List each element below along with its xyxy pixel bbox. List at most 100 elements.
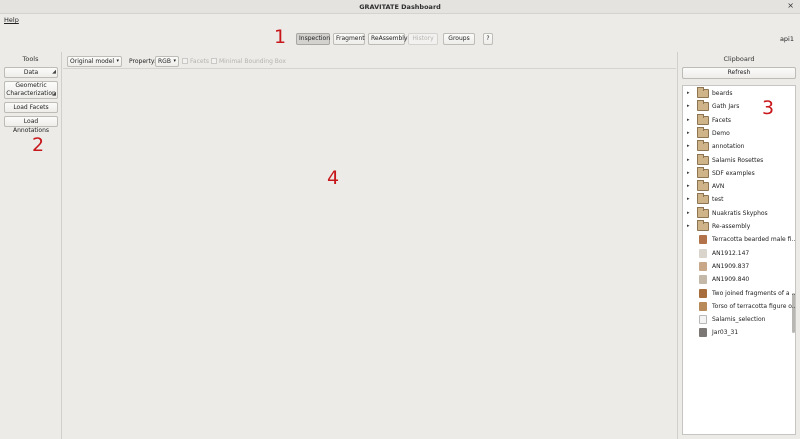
expand-arrow-icon[interactable]: ▸ — [687, 87, 690, 100]
jar-thumbnail — [699, 328, 707, 338]
expand-arrow-icon[interactable]: ▸ — [687, 180, 690, 193]
property-select[interactable]: RGB ▾ — [155, 56, 179, 67]
tree-item-label: Torso of terracotta figure o... — [712, 302, 796, 310]
history-button: History — [408, 33, 438, 45]
document-icon — [699, 315, 707, 325]
folder-icon — [697, 113, 709, 125]
tree-item-row[interactable]: Jar03_31 — [683, 326, 795, 339]
tree-folder-label: Gath Jars — [712, 103, 740, 111]
tree-folder-row[interactable]: ▸ test — [683, 193, 795, 206]
minimal-bounding-box-label: Minimal Bounding Box — [219, 58, 286, 65]
folder-icon — [697, 220, 709, 231]
chevron-down-icon: ▾ — [173, 58, 176, 64]
clipboard-tree[interactable]: ▸ beards ▸ Gath Jars ▸ Facets ▸ Demo ▸ annotation… — [682, 85, 796, 435]
load-annotations-button[interactable]: Load Annotations — [4, 116, 58, 134]
folder-icon — [697, 153, 709, 165]
expand-arrow-icon[interactable]: ▸ — [687, 114, 690, 127]
expand-arrow-icon[interactable]: ▸ — [687, 154, 690, 167]
property-select-value: RGB — [158, 58, 171, 65]
folder-icon — [697, 126, 709, 138]
tree-folder-row[interactable]: ▸ Salamis Rosettes — [683, 153, 795, 167]
clipboard-title: Clipboard — [723, 55, 755, 63]
refresh-button[interactable]: Refresh — [682, 67, 796, 79]
viewer-area[interactable]: Original model ▾ Property: RGB ▾ Facets … — [63, 52, 676, 439]
tree-folder-label: beards — [712, 90, 733, 97]
reassembly-button[interactable]: ReAssembly — [368, 33, 408, 45]
inspection-button[interactable]: Inspection — [296, 33, 330, 45]
load-facets-button[interactable]: Load Facets — [4, 102, 58, 113]
tree-item-row[interactable]: Salamis_selection — [683, 313, 795, 326]
callout-number-top: 1 — [274, 26, 287, 48]
facets-checkbox: Facets — [182, 58, 209, 65]
tree-item-label: Salamis_selection — [712, 316, 766, 324]
tree-item-label: AN1909.840 — [712, 276, 750, 284]
user-label: api1 — [779, 35, 794, 43]
title-bar: GRAVITATE Dashboard × — [0, 0, 800, 14]
groups-button[interactable]: Groups — [443, 33, 475, 45]
tree-folder-row[interactable]: ▸ SDF examples — [683, 166, 795, 180]
expand-arrow-icon[interactable]: ▸ — [687, 220, 690, 233]
chevron-down-icon: ▾ — [116, 58, 119, 64]
dropdown-arrow-icon: ◢ — [52, 90, 56, 97]
fragment-thumbnail — [699, 261, 707, 271]
tree-folder-row[interactable]: ▸ Re-assembly — [683, 220, 795, 233]
clipboard-panel: Clipboard Refresh ▸ beards ▸ Gath Jars ▸ Face… — [677, 52, 800, 439]
tree-folder-label: annotation — [712, 143, 745, 151]
callout-number-center: 4 — [327, 167, 340, 189]
geometric-label-line2: Characterization — [6, 89, 56, 97]
data-button[interactable]: Data ◢ — [4, 67, 58, 78]
folder-icon — [697, 87, 709, 98]
close-icon[interactable]: × — [787, 1, 794, 10]
tree-folder-row[interactable]: ▸ annotation — [683, 140, 795, 153]
expand-arrow-icon[interactable]: ▸ — [687, 207, 690, 220]
tree-folder-label: AVN — [712, 183, 725, 191]
minimal-bounding-box-checkbox: Minimal Bounding Box — [211, 58, 286, 65]
tree-folder-label: Nuakratis Skyphos — [712, 209, 768, 217]
tree-folder-row[interactable]: ▸ Demo — [683, 126, 795, 140]
tree-item-row[interactable]: Torso of terracotta figure o... — [683, 300, 796, 313]
checkbox-icon — [182, 58, 188, 64]
model-select-value: Original model — [70, 58, 115, 65]
help-button[interactable]: ? — [483, 33, 493, 45]
tree-folder-row[interactable]: ▸ Gath Jars — [683, 100, 795, 113]
tree-item-label: AN1912.147 — [712, 249, 750, 257]
expand-arrow-icon[interactable]: ▸ — [687, 167, 690, 180]
expand-arrow-icon[interactable]: ▸ — [687, 100, 690, 113]
callout-number-left: 2 — [32, 134, 45, 156]
expand-arrow-icon[interactable]: ▸ — [687, 193, 690, 206]
callout-number-right: 3 — [762, 97, 775, 119]
fragment-button[interactable]: Fragment — [333, 33, 365, 45]
tree-item-row[interactable]: Two joined fragments of a ... — [683, 287, 796, 300]
tree-item-label: Jar03_31 — [712, 329, 739, 337]
statue-thumbnail — [699, 301, 707, 311]
folder-icon — [697, 140, 709, 152]
model-select[interactable]: Original model ▾ — [67, 56, 122, 67]
tree-folder-label: Facets — [712, 116, 732, 124]
expand-arrow-icon[interactable]: ▸ — [687, 140, 690, 153]
viewer-toolbar: Original model ▾ Property: RGB ▾ Facets … — [63, 52, 676, 69]
tree-item-row[interactable]: AN1909.837 — [683, 260, 795, 273]
tree-folder-row[interactable]: ▸ Nuakratis Skyphos — [683, 206, 795, 220]
folder-icon — [697, 180, 709, 192]
tree-folder-row[interactable]: ▸ beards — [683, 87, 795, 100]
tree-item-label: Two joined fragments of a ... — [712, 289, 796, 297]
checkbox-icon — [211, 58, 217, 64]
tree-folder-label: test — [712, 196, 724, 204]
expand-arrow-icon[interactable]: ▸ — [687, 127, 690, 140]
tree-folder-row[interactable]: ▸ AVN — [683, 180, 795, 193]
fragment-thumbnail — [699, 288, 707, 298]
tree-item-row[interactable]: AN1912.147 — [683, 247, 795, 260]
tree-folder-row[interactable]: ▸ Facets — [683, 113, 795, 127]
tree-folder-label: Re-assembly — [712, 223, 751, 230]
tree-item-row[interactable]: AN1909.840 — [683, 273, 795, 286]
property-label: Property: — [129, 58, 156, 65]
tree-folder-label: Salamis Rosettes — [712, 156, 764, 164]
geometric-characterization-button[interactable]: Geometric Characterization ◢ — [4, 81, 58, 99]
tree-folder-label: SDF examples — [712, 169, 755, 177]
tools-panel: Tools Data ◢ Geometric Characterization … — [0, 52, 62, 439]
fragment-thumbnail — [699, 248, 707, 258]
window-title: GRAVITATE Dashboard — [359, 3, 441, 11]
tree-item-row[interactable]: Terracotta bearded male fi... — [683, 233, 795, 246]
menu-help[interactable]: Help — [4, 16, 19, 24]
dropdown-arrow-icon: ◢ — [52, 69, 56, 75]
